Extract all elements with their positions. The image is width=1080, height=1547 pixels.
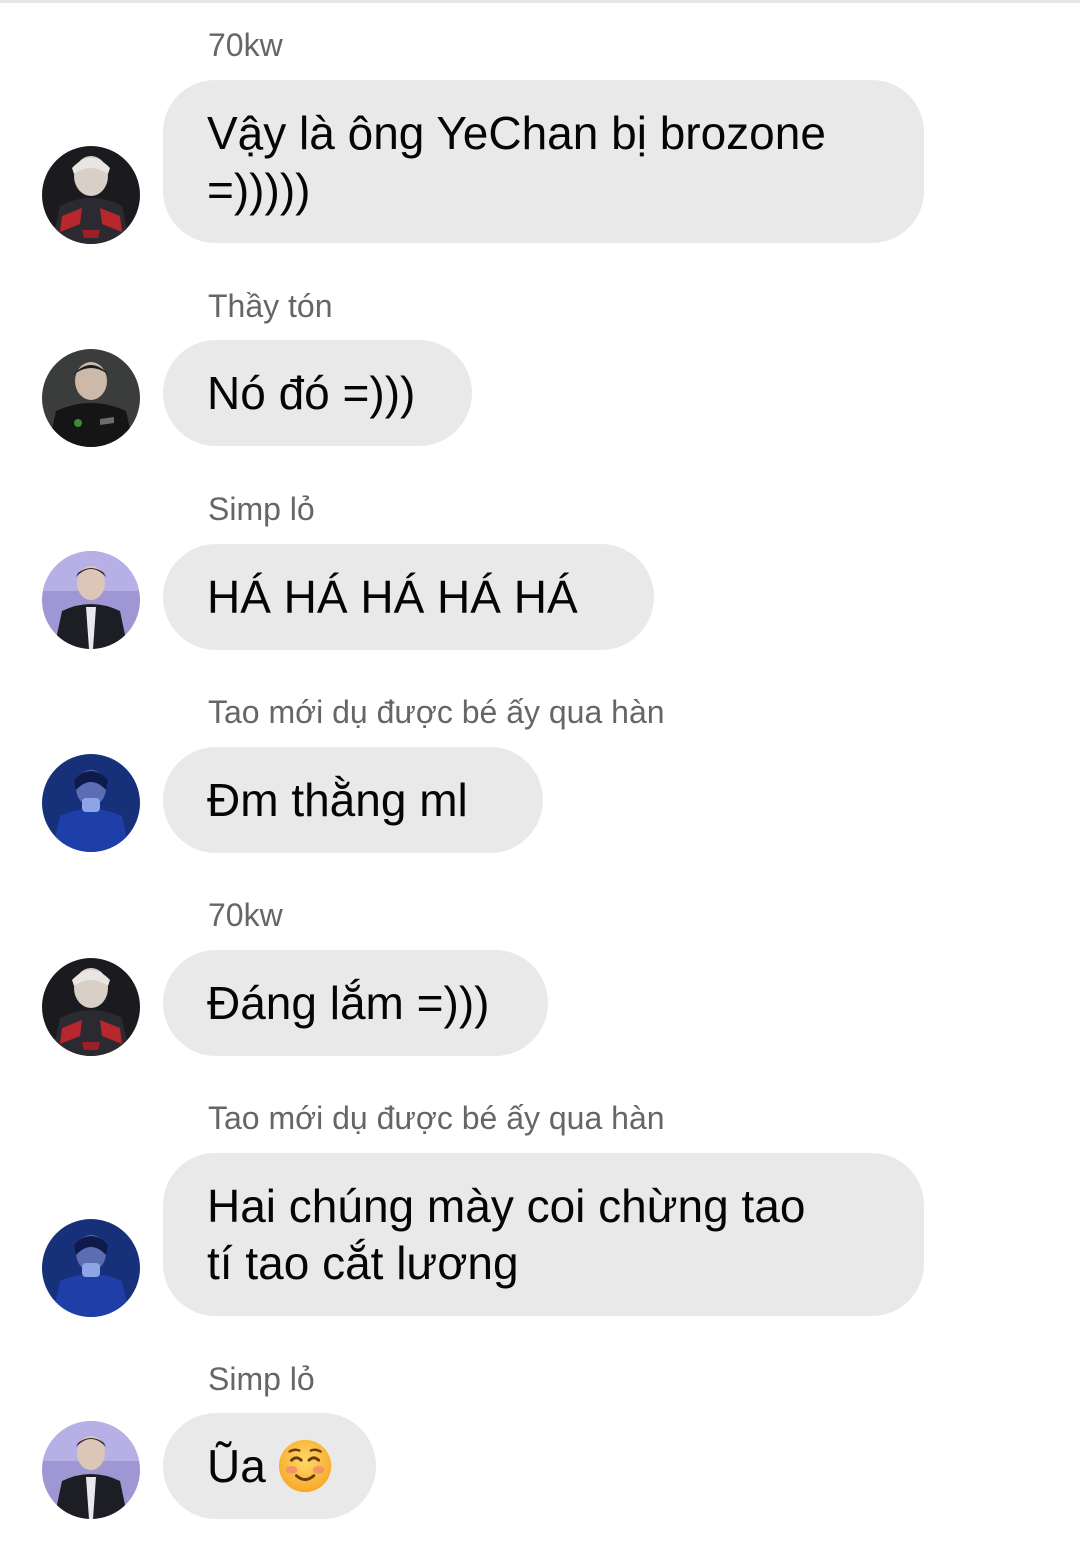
sender-name: Tao mới dụ được bé ấy qua hàn [208, 694, 665, 730]
message-thread[interactable]: 70kw Vậy là ông YeChan bị brozone =)))))… [0, 0, 1080, 1547]
sender-name: 70kw [208, 27, 283, 63]
message-bubble[interactable]: Nó đó =))) [163, 340, 472, 446]
sender-name: Simp lỏ [208, 491, 315, 527]
message-bubble[interactable]: Ũa [163, 1413, 376, 1519]
sender-avatar[interactable] [42, 1219, 140, 1317]
sender-avatar[interactable] [42, 551, 140, 649]
message-bubble[interactable]: HÁ HÁ HÁ HÁ HÁ [163, 544, 654, 650]
sender-name: Tao mới dụ được bé ấy qua hàn [208, 1100, 665, 1136]
sender-avatar[interactable] [42, 146, 140, 244]
message-bubble[interactable]: Hai chúng mày coi chừng tao tí tao cắt l… [163, 1153, 924, 1316]
message-bubble[interactable]: Đm thằng ml [163, 747, 543, 853]
message-bubble[interactable]: Đáng lắm =))) [163, 950, 548, 1056]
message-text-line: Vậy là ông YeChan bị brozone [207, 106, 826, 159]
sender-name: Thầy tón [208, 288, 333, 324]
message-text-line: Ũa [207, 1440, 266, 1492]
smiling-face-emoji [278, 1439, 332, 1493]
message-text-line: tí tao cắt lương [207, 1236, 519, 1289]
sender-avatar[interactable] [42, 349, 140, 447]
message-text-line: =))))) [207, 163, 311, 216]
message-text-line: Nó đó =))) [207, 367, 416, 419]
sender-name: Simp lỏ [208, 1361, 315, 1397]
sender-avatar[interactable] [42, 958, 140, 1056]
message-text-line: Đáng lắm =))) [207, 977, 490, 1029]
message-text-line: Hai chúng mày coi chừng tao [207, 1179, 806, 1232]
message-text-line: HÁ HÁ HÁ HÁ HÁ [207, 571, 578, 623]
message-text-line: Đm thằng ml [207, 774, 468, 826]
sender-avatar[interactable] [42, 1421, 140, 1519]
sender-name: 70kw [208, 897, 283, 933]
message-bubble[interactable]: Vậy là ông YeChan bị brozone =))))) [163, 80, 924, 243]
sender-avatar[interactable] [42, 754, 140, 852]
